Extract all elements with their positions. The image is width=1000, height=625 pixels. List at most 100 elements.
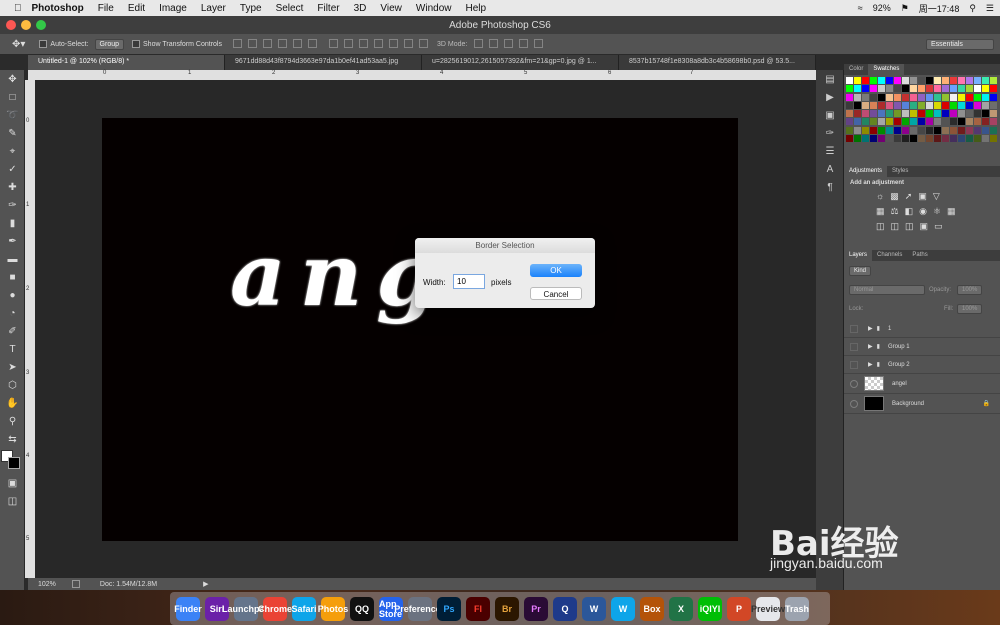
swatch[interactable] [854, 135, 861, 143]
swatch[interactable] [934, 101, 941, 109]
swatch[interactable] [894, 93, 901, 101]
swatch[interactable] [926, 93, 933, 101]
swatch[interactable] [878, 118, 885, 126]
swatch[interactable] [934, 126, 941, 134]
gradient-tool-icon[interactable]: ■ [0, 268, 25, 286]
opacity-field[interactable]: 100% [957, 285, 983, 295]
dock-photoshop[interactable]: Ps [437, 596, 461, 621]
dock-preview[interactable]: Preview [751, 596, 785, 621]
swatch[interactable] [910, 93, 917, 101]
swatch[interactable] [926, 118, 933, 126]
tab-untitled[interactable]: Untitled-1 @ 102% (RGB/8) * [28, 55, 225, 70]
swatch[interactable] [934, 93, 941, 101]
swatch[interactable] [854, 101, 861, 109]
swatch[interactable] [870, 118, 877, 126]
menu-type[interactable]: Type [240, 3, 262, 14]
document-canvas[interactable] [102, 118, 738, 541]
swatch[interactable] [894, 77, 901, 84]
swatch[interactable] [982, 126, 989, 134]
swatch[interactable] [926, 85, 933, 93]
swatch[interactable] [982, 110, 989, 118]
menu-window[interactable]: Window [416, 3, 452, 14]
swatch[interactable] [910, 126, 917, 134]
swatch[interactable] [934, 77, 941, 84]
swatch[interactable] [902, 85, 909, 93]
swatch[interactable] [918, 135, 925, 143]
tab-layers[interactable]: Layers [844, 250, 873, 261]
dock-wunderlist[interactable]: W [611, 596, 635, 621]
swatch[interactable] [942, 101, 949, 109]
dock-chrome[interactable]: Chrome [258, 596, 292, 621]
swatch[interactable] [862, 118, 869, 126]
actions-play-icon[interactable]: ▶ [816, 88, 844, 106]
swatch[interactable] [910, 85, 917, 93]
swatch[interactable] [918, 93, 925, 101]
quick-mask-icon[interactable]: ▣ [0, 474, 25, 492]
move-tool-icon[interactable]: ✥▾ [12, 39, 25, 50]
swatch[interactable] [990, 110, 997, 118]
swatch[interactable] [950, 101, 957, 109]
zoom-window-button[interactable] [36, 20, 46, 30]
layer-row-1[interactable]: ▶ ▮ 1 [844, 320, 1000, 338]
swatch[interactable] [966, 77, 973, 84]
swap-colors-icon[interactable]: ⇆ [0, 430, 25, 448]
swatch[interactable] [878, 135, 885, 143]
swatch[interactable] [950, 118, 957, 126]
swatch[interactable] [846, 93, 853, 101]
swatch[interactable] [942, 110, 949, 118]
expand-arrow-icon[interactable]: ▶ [868, 361, 873, 368]
eye-icon[interactable] [850, 399, 858, 408]
swatch[interactable] [966, 110, 973, 118]
swatch[interactable] [886, 101, 893, 109]
path-select-tool-icon[interactable]: ➤ [0, 358, 25, 376]
swatch[interactable] [894, 126, 901, 134]
swatch[interactable] [942, 126, 949, 134]
swatch[interactable] [894, 101, 901, 109]
levels-icon[interactable]: ▩ [890, 191, 899, 202]
swatch[interactable] [870, 135, 877, 143]
swatch[interactable] [974, 118, 981, 126]
swatch[interactable] [870, 110, 877, 118]
brush-tool-icon[interactable]: ✑ [0, 196, 25, 214]
swatch[interactable] [910, 101, 917, 109]
swatch[interactable] [902, 110, 909, 118]
info-icon[interactable]: ▣ [816, 106, 844, 124]
color-balance-icon[interactable]: ⚖ [891, 206, 899, 217]
visibility-toggle[interactable] [850, 360, 858, 369]
fill-field[interactable]: 100% [957, 304, 983, 314]
tab-color[interactable]: Color [844, 64, 868, 75]
tab-styles[interactable]: Styles [887, 166, 913, 177]
tab-image-jpg-2[interactable]: u=2825619012,2615057392&fm=21&gp=0.jpg @… [422, 55, 619, 70]
dodge-tool-icon[interactable]: ◔ [0, 304, 25, 322]
swatch[interactable] [878, 93, 885, 101]
dock-preferences[interactable]: Preferences [394, 596, 446, 621]
swatch[interactable] [974, 101, 981, 109]
swatch[interactable] [966, 126, 973, 134]
expand-arrow-icon[interactable]: ▶ [868, 343, 873, 350]
swatch[interactable] [854, 85, 861, 93]
swatch[interactable] [886, 126, 893, 134]
swatch[interactable] [918, 85, 925, 93]
brush-panel-icon[interactable]: ✑ [816, 124, 844, 142]
history-icon[interactable]: ▤ [816, 70, 844, 88]
swatch[interactable] [870, 77, 877, 84]
swatch[interactable] [846, 110, 853, 118]
swatch[interactable] [926, 126, 933, 134]
swatch[interactable] [990, 85, 997, 93]
tab-image-jpg-1[interactable]: 9671dd88d43f8794d3663e97da1b0ef41ad53aa5… [225, 55, 422, 70]
swatch[interactable] [878, 101, 885, 109]
swatch[interactable] [966, 118, 973, 126]
swatch[interactable] [974, 77, 981, 84]
quick-select-tool-icon[interactable]: ✎ [0, 124, 25, 142]
swatch[interactable] [942, 135, 949, 143]
dock-launchpad[interactable]: Launchpad [222, 596, 270, 621]
swatch[interactable] [974, 110, 981, 118]
swatch[interactable] [990, 101, 997, 109]
width-input[interactable] [453, 274, 485, 289]
selective-color-icon[interactable]: ▣ [920, 221, 929, 232]
swatch[interactable] [958, 118, 965, 126]
swatch[interactable] [950, 77, 957, 84]
swatch[interactable] [862, 101, 869, 109]
swatch[interactable] [982, 101, 989, 109]
dock-iqiyi[interactable]: iQIYI [698, 596, 722, 621]
